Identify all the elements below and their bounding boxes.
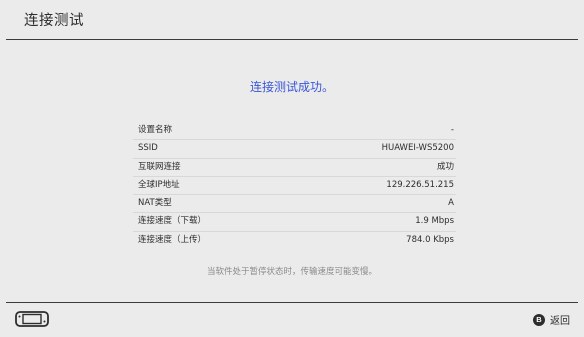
info-row-global-ip: 全球IP地址 129.226.51.215: [133, 177, 456, 196]
pause-speed-note: 当软件处于暂停状态时，传输速度可能变慢。: [206, 267, 377, 277]
info-value: 129.226.51.215: [386, 179, 454, 190]
info-label: 连接速度（下载）: [138, 216, 207, 227]
info-label: 设置名称: [138, 125, 173, 135]
back-label: 返回: [550, 316, 570, 327]
info-value: HUAWEI-WS5200: [381, 143, 454, 154]
info-row-upload-speed: 连接速度（上传） 784.0 Kbps: [133, 232, 456, 249]
info-value: A: [448, 198, 454, 209]
info-label: 全球IP地址: [138, 179, 180, 190]
info-value: -: [450, 125, 454, 135]
info-label: 连接速度（上传）: [138, 234, 207, 245]
info-row-nat-type: NAT类型 A: [133, 195, 456, 214]
connection-info-table: 设置名称 - SSID HUAWEI-WS5200 互联网连接 成功 全球IP地…: [133, 122, 456, 249]
info-row-download-speed: 连接速度（下载） 1.9 Mbps: [133, 213, 456, 232]
back-button[interactable]: B 返回: [533, 312, 570, 327]
success-message: 连接测试成功。: [249, 80, 334, 94]
info-value: 成功: [436, 161, 454, 172]
info-row-internet-connection: 互联网连接 成功: [133, 159, 456, 177]
info-label: NAT类型: [138, 198, 172, 209]
info-label: SSID: [138, 143, 158, 154]
header: 连接测试: [0, 0, 584, 40]
header-divider: [6, 39, 578, 40]
info-value: 784.0 Kbps: [406, 234, 454, 245]
info-row-setting-name: 设置名称 -: [133, 122, 456, 141]
info-row-ssid: SSID HUAWEI-WS5200: [133, 140, 456, 159]
info-label: 互联网连接: [138, 161, 181, 172]
info-value: 1.9 Mbps: [415, 216, 454, 227]
page-title: 连接测试: [24, 13, 84, 29]
b-button-icon: B: [533, 313, 545, 326]
footer-divider: [6, 302, 578, 303]
switch-console-icon: [15, 311, 49, 327]
